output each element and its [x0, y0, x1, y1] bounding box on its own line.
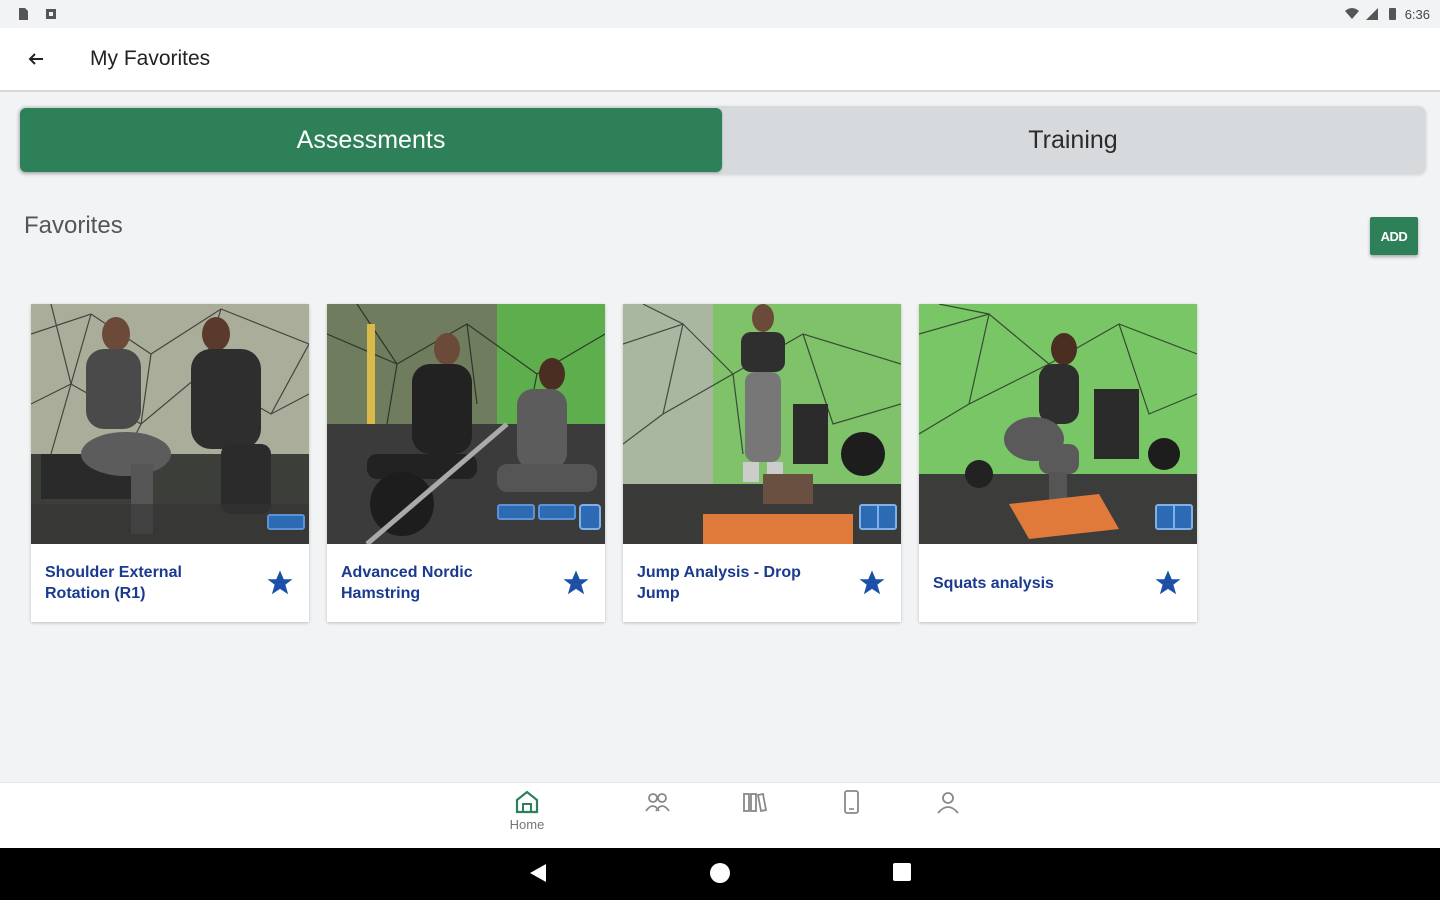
card-image — [31, 304, 309, 544]
device-badges — [859, 504, 897, 530]
device-icon — [844, 790, 859, 814]
favorites-grid: Shoulder External Rotation (R1) Advanced… — [31, 304, 1197, 622]
card-image — [327, 304, 605, 544]
card-title: Squats analysis — [933, 574, 1054, 592]
nav-library[interactable] — [724, 789, 784, 815]
bottom-navigation: Home — [0, 782, 1440, 848]
profile-icon — [937, 792, 959, 814]
star-icon[interactable] — [265, 568, 295, 598]
device-badges — [1155, 504, 1193, 530]
nav-group[interactable] — [627, 789, 687, 815]
card-title: Jump Analysis - Drop Jump — [637, 564, 801, 602]
nav-profile[interactable] — [918, 789, 978, 815]
add-button[interactable]: ADD — [1370, 217, 1418, 255]
force-plate-icon — [267, 514, 305, 530]
app-bar: My Favorites — [0, 28, 1440, 92]
card-image — [623, 304, 901, 544]
status-time: 6:36 — [1404, 6, 1430, 22]
nav-home-label: Home — [509, 817, 545, 832]
nav-home[interactable]: Home — [497, 789, 557, 832]
page-title: My Favorites — [90, 47, 211, 70]
dual-plate-icon — [859, 504, 897, 530]
back-button[interactable] — [16, 39, 56, 79]
device-badges — [267, 514, 305, 530]
card-title: Advanced Nordic Hamstring — [341, 564, 473, 602]
tab-training[interactable]: Training — [722, 108, 1424, 172]
tab-switcher: Assessments Training — [18, 106, 1426, 174]
card-title: Shoulder External Rotation (R1) — [45, 564, 182, 602]
home-icon — [515, 790, 539, 814]
favorite-card[interactable]: Advanced Nordic Hamstring — [327, 304, 605, 622]
wifi-icon — [1344, 8, 1359, 19]
force-plate-icon — [538, 504, 576, 520]
home-circle-icon[interactable] — [709, 862, 731, 884]
group-icon — [645, 793, 670, 812]
device-badges — [497, 504, 601, 530]
sim-card-icon — [19, 8, 28, 20]
favorite-card[interactable]: Squats analysis — [919, 304, 1197, 622]
screenshot-icon — [46, 9, 56, 19]
star-icon[interactable] — [561, 568, 591, 598]
back-triangle-icon[interactable] — [528, 862, 548, 884]
section-title: Favorites — [24, 212, 123, 239]
tab-assessments[interactable]: Assessments — [20, 108, 722, 172]
library-icon — [743, 792, 768, 813]
nav-device[interactable] — [821, 789, 881, 815]
arrow-back-icon — [28, 53, 43, 65]
card-image — [919, 304, 1197, 544]
dual-plate-icon — [1155, 504, 1193, 530]
battery-icon — [1388, 8, 1396, 20]
signal-icon — [1365, 8, 1378, 20]
status-bar: 6:36 — [0, 0, 1440, 28]
force-plate-icon — [497, 504, 535, 520]
favorite-card[interactable]: Jump Analysis - Drop Jump — [623, 304, 901, 622]
recents-square-icon[interactable] — [892, 862, 912, 882]
sensor-icon — [579, 504, 601, 530]
system-navigation-bar — [0, 848, 1440, 900]
favorite-card[interactable]: Shoulder External Rotation (R1) — [31, 304, 309, 622]
star-icon[interactable] — [1153, 568, 1183, 598]
star-icon[interactable] — [857, 568, 887, 598]
